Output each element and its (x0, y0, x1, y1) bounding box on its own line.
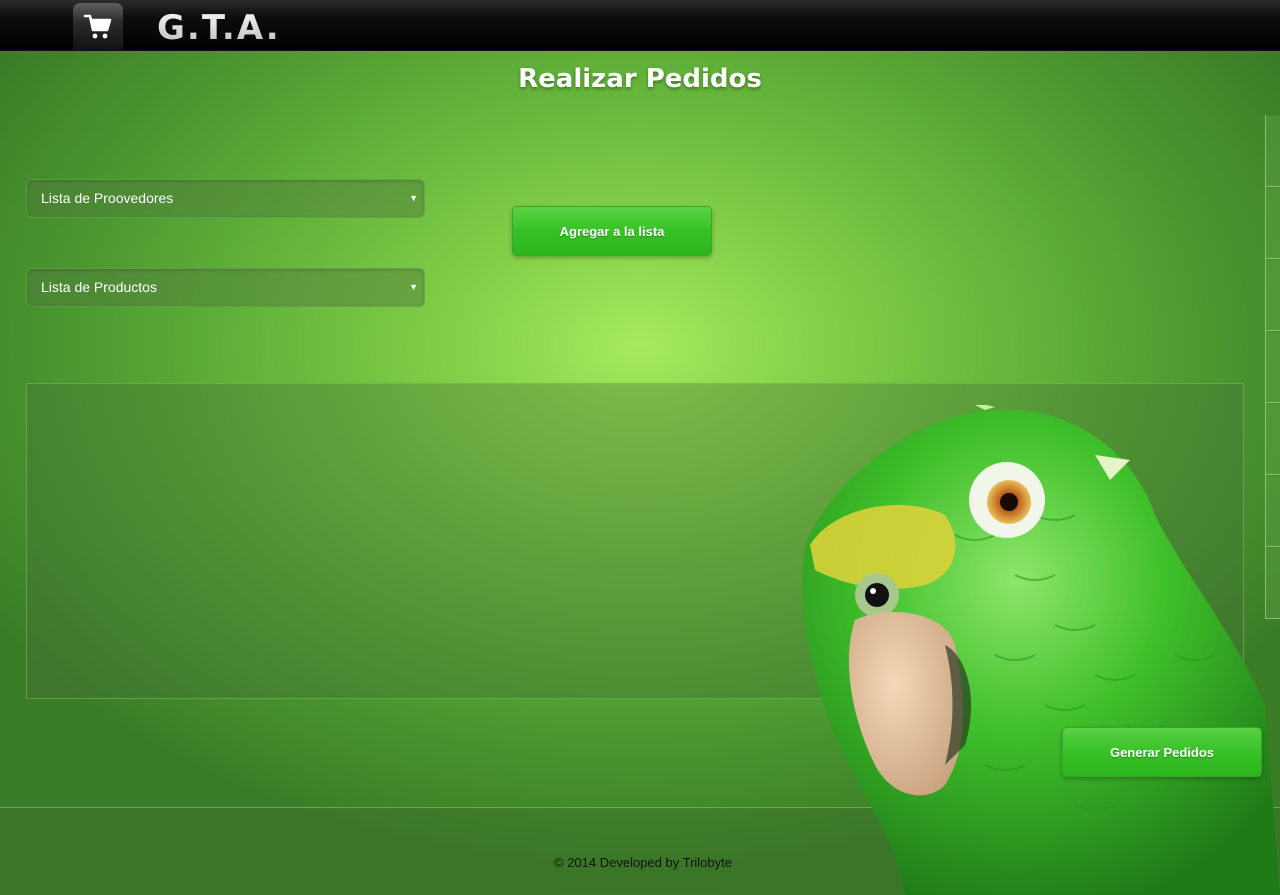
generate-orders-button[interactable]: Generar Pedidos (1062, 727, 1262, 777)
side-tab[interactable] (1266, 331, 1280, 403)
add-to-list-button[interactable]: Agregar a la lista (512, 206, 712, 256)
providers-select[interactable]: Lista de Proovedores ▼ (26, 179, 425, 218)
dropdown-arrow-icon: ▼ (409, 282, 418, 292)
side-tab[interactable] (1266, 187, 1280, 259)
cart-button[interactable] (73, 3, 123, 51)
parrot-image (802, 405, 1280, 895)
page-title: Realizar Pedidos (518, 64, 762, 94)
side-tab[interactable] (1266, 115, 1280, 187)
shopping-cart-icon (83, 14, 112, 39)
products-select[interactable]: Lista de Productos ▼ (26, 268, 425, 307)
top-header-bar: G.T.A. (0, 0, 1280, 51)
providers-select-value: Lista de Proovedores (41, 190, 174, 206)
brand-logo-text[interactable]: G.T.A. (157, 6, 281, 48)
dropdown-arrow-icon: ▼ (409, 193, 418, 203)
products-select-value: Lista de Productos (41, 279, 157, 295)
side-tab[interactable] (1266, 259, 1280, 331)
